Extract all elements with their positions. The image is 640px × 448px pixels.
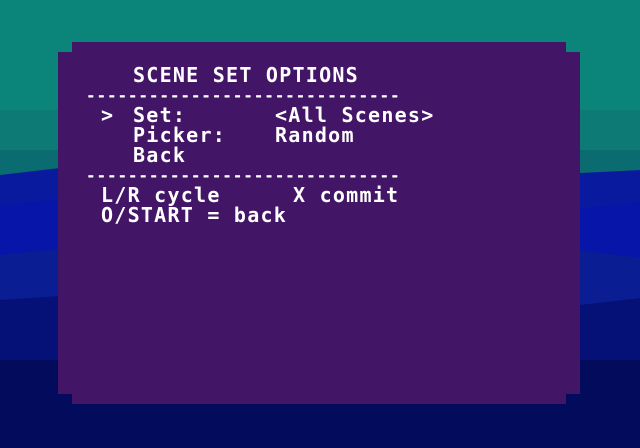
menu-item-picker-label: Picker: [133, 123, 227, 147]
menu-item-set-label: Set: [133, 103, 187, 127]
dialog-title: SCENE SET OPTIONS [133, 63, 359, 87]
menu-item-picker-value[interactable]: Random [275, 125, 355, 145]
menu-item-set-value[interactable]: <All Scenes> [275, 105, 435, 125]
scene-set-options-dialog: SCENE SET OPTIONS ----------------------… [58, 42, 580, 404]
menu-item-back-label: Back [133, 143, 187, 167]
menu-item-back[interactable]: Back [101, 145, 186, 165]
help-line-2: O/START = back [101, 203, 288, 227]
help-line-1: L/R cycle X commit [101, 185, 399, 205]
help-cycle-hint: L/R cycle [101, 183, 221, 207]
menu-item-set[interactable]: > Set: <All Scenes> [101, 105, 435, 125]
menu-item-picker[interactable]: Picker: Random [101, 125, 355, 145]
selection-cursor: > [101, 103, 115, 127]
help-commit-hint: X commit [293, 183, 400, 207]
bottom-separator: ------------------------------ [86, 166, 401, 185]
top-separator: ------------------------------ [86, 86, 401, 105]
